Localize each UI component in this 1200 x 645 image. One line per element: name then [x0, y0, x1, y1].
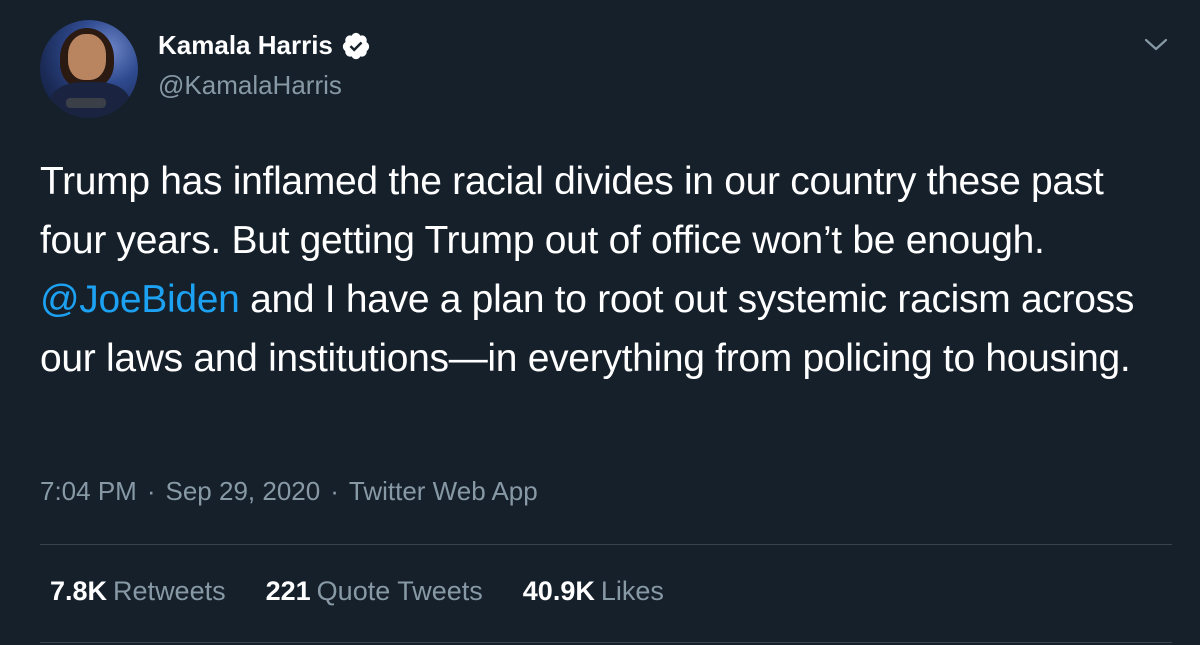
retweets-stat[interactable]: 7.8K Retweets — [50, 576, 226, 607]
verified-badge-icon — [342, 32, 370, 59]
retweets-label: Retweets — [113, 576, 226, 606]
retweets-count: 7.8K — [50, 576, 108, 606]
author-name-row[interactable]: Kamala Harris — [158, 30, 371, 61]
likes-stat[interactable]: 40.9K Likes — [523, 576, 664, 607]
mention-link[interactable]: @JoeBiden — [40, 278, 240, 321]
tweet-text-part1: Trump has inflamed the racial divides in… — [40, 160, 1104, 262]
tweet-date[interactable]: Sep 29, 2020 — [166, 476, 321, 507]
tweet-meta: 7:04 PM · Sep 29, 2020 · Twitter Web App — [40, 476, 538, 507]
tweet-card: Kamala Harris @KamalaHarris Trump has in… — [0, 0, 1200, 645]
quote-tweets-stat[interactable]: 221 Quote Tweets — [266, 576, 483, 607]
tweet-text: Trump has inflamed the racial divides in… — [40, 152, 1180, 388]
tweet-stats: 7.8K Retweets 221 Quote Tweets 40.9K Likes — [50, 576, 664, 607]
tweet-source[interactable]: Twitter Web App — [349, 476, 538, 507]
avatar[interactable] — [40, 20, 138, 118]
quote-tweets-count: 221 — [265, 576, 311, 606]
divider — [40, 544, 1172, 545]
quote-tweets-label: Quote Tweets — [316, 576, 483, 606]
meta-separator: · — [330, 476, 339, 506]
meta-separator: · — [146, 476, 156, 506]
divider — [40, 642, 1172, 643]
likes-count: 40.9K — [522, 576, 595, 606]
tweet-time[interactable]: 7:04 PM — [40, 476, 137, 507]
chevron-down-icon[interactable] — [1144, 36, 1168, 54]
author-name[interactable]: Kamala Harris — [158, 30, 333, 61]
likes-label: Likes — [600, 576, 664, 606]
author-handle[interactable]: @KamalaHarris — [158, 70, 342, 101]
